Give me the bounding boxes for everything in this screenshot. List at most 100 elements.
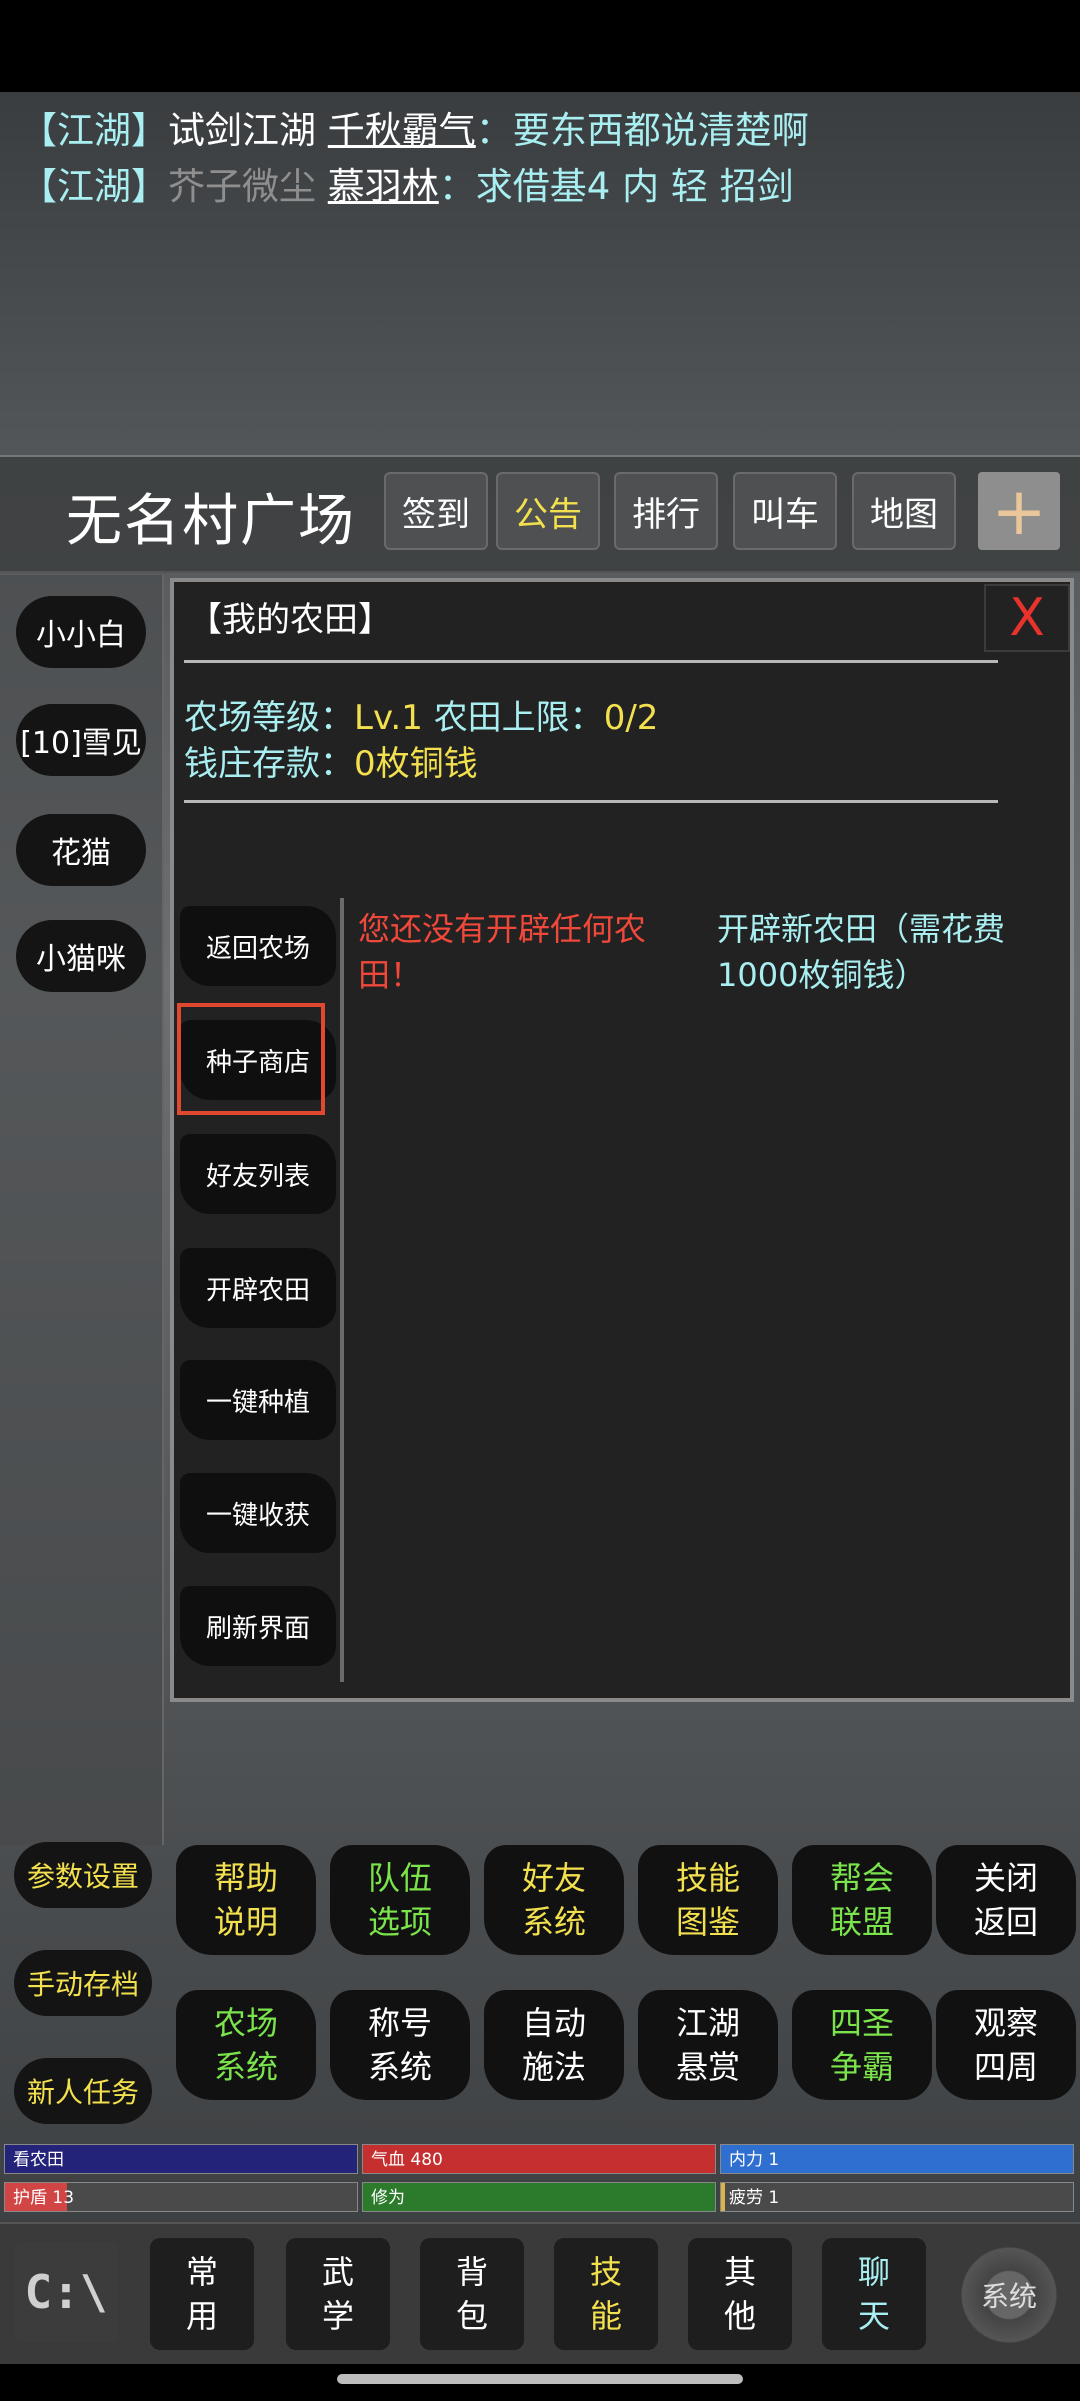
console-icon[interactable]: C:\: [14, 2242, 118, 2342]
npc-item[interactable]: [10]雪见: [16, 704, 146, 776]
skill-codex-button[interactable]: 技能 图鉴: [638, 1845, 778, 1955]
farm-level-label: 农场等级：: [184, 698, 354, 738]
tab-bag[interactable]: 背包: [420, 2238, 524, 2350]
chat-line-2: 【江湖】芥子微尘 慕羽林：求借基4 内 轻 招剑: [20, 156, 794, 210]
tab-skills[interactable]: 技能: [554, 2238, 658, 2350]
label: 联盟: [829, 1903, 894, 1941]
plus-button[interactable]: +: [978, 472, 1060, 550]
gear-icon[interactable]: 系统: [954, 2240, 1064, 2350]
status-bar: 看农田: [4, 2144, 358, 2174]
chat-channel[interactable]: 【江湖】: [20, 165, 168, 208]
settings-button[interactable]: 参数设置: [14, 1842, 152, 1908]
label: 施法: [521, 2048, 586, 2086]
label: 聊: [857, 2253, 890, 2291]
map-button[interactable]: 地图: [852, 472, 956, 550]
ranking-button[interactable]: 排行: [614, 472, 718, 550]
label: 图鉴: [675, 1903, 740, 1941]
label: 帮会: [829, 1859, 894, 1897]
field-limit-value: 0/2: [603, 698, 659, 738]
label: 包: [455, 2297, 488, 2335]
label: 帮助: [213, 1859, 278, 1897]
plant-all-button[interactable]: 一键种植: [180, 1360, 336, 1440]
home-indicator[interactable]: [337, 2374, 743, 2384]
label: 学: [321, 2297, 354, 2335]
cultivation-bar: 修为: [362, 2182, 716, 2212]
mp-bar: 内力 1: [720, 2144, 1074, 2174]
shield-text: 护盾 13: [13, 2188, 75, 2208]
refresh-button[interactable]: 刷新界面: [180, 1586, 336, 1666]
tab-common[interactable]: 常用: [150, 2238, 254, 2350]
close-return-button[interactable]: 关闭 返回: [936, 1845, 1076, 1955]
open-new-field-link[interactable]: 开辟新农田（需花费1000枚铜钱）: [717, 906, 1057, 998]
look-around-button[interactable]: 观察 四周: [936, 1990, 1076, 2100]
chat-sender[interactable]: 试剑江湖: [168, 109, 316, 152]
checkin-button[interactable]: 签到: [384, 472, 488, 550]
label: 关闭: [973, 1859, 1038, 1897]
open-field-button[interactable]: 开辟农田: [180, 1248, 336, 1328]
shield-bar: 护盾 13: [4, 2182, 358, 2212]
guild-button[interactable]: 帮会 联盟: [792, 1845, 932, 1955]
manual-save-button[interactable]: 手动存档: [14, 1950, 152, 2016]
tab-chat[interactable]: 聊天: [822, 2238, 926, 2350]
chat-target-link[interactable]: 千秋霸气: [328, 109, 476, 152]
label: 江湖: [675, 2004, 740, 2042]
cultivation-text: 修为: [371, 2188, 405, 2208]
label: 其: [723, 2253, 756, 2291]
divider: [184, 660, 998, 663]
call-vehicle-button[interactable]: 叫车: [733, 472, 837, 550]
four-saints-button[interactable]: 四圣 争霸: [792, 1990, 932, 2100]
title-system-button[interactable]: 称号 系统: [330, 1990, 470, 2100]
tab-martial[interactable]: 武学: [286, 2238, 390, 2350]
farm-system-button[interactable]: 农场 系统: [176, 1990, 316, 2100]
label: 用: [185, 2297, 218, 2335]
bounty-button[interactable]: 江湖 悬赏: [638, 1990, 778, 2100]
label: 观察: [973, 2004, 1038, 2042]
label: 自动: [521, 2004, 586, 2042]
label: 系统: [213, 2048, 278, 2086]
label: 四圣: [829, 2004, 894, 2042]
return-farm-button[interactable]: 返回农场: [180, 906, 336, 986]
label: 系统: [367, 2048, 432, 2086]
close-button[interactable]: X: [984, 584, 1070, 652]
deposit-label: 钱庄存款：: [184, 744, 354, 784]
label: 技: [589, 2253, 622, 2291]
npc-item[interactable]: 小猫咪: [16, 920, 146, 992]
chat-message: ：要东西都说清楚啊: [475, 109, 809, 152]
label: 好友: [521, 1859, 586, 1897]
label: 背: [455, 2253, 488, 2291]
hp-bar: 气血 480: [362, 2144, 716, 2174]
chat-sender[interactable]: 芥子微尘: [168, 165, 316, 208]
menu-separator: [340, 898, 344, 1682]
label: 争霸: [829, 2048, 894, 2086]
label: 能: [589, 2297, 622, 2335]
npc-item[interactable]: 花猫: [16, 814, 146, 886]
harvest-all-button[interactable]: 一键收获: [180, 1473, 336, 1553]
notice-button[interactable]: 公告: [496, 472, 600, 550]
no-field-message: 您还没有开辟任何农田！: [358, 910, 647, 994]
label: 说明: [213, 1903, 278, 1941]
chat-channel[interactable]: 【江湖】: [20, 109, 168, 152]
chat-target-link[interactable]: 慕羽林: [328, 165, 439, 208]
npc-item[interactable]: 小小白: [16, 596, 146, 668]
deposit-value: 0枚铜钱: [354, 744, 478, 784]
chat-message: ：求借基4 内 轻 招剑: [438, 165, 794, 208]
selection-highlight: [177, 1003, 325, 1115]
help-button[interactable]: 帮助 说明: [176, 1845, 316, 1955]
location-title: 无名村广场: [66, 489, 356, 554]
friends-system-button[interactable]: 好友 系统: [484, 1845, 624, 1955]
label: 四周: [973, 2048, 1038, 2086]
label: 技能: [675, 1859, 740, 1897]
tab-other[interactable]: 其他: [688, 2238, 792, 2350]
status-text: 看农田: [13, 2150, 64, 2170]
chat-line-1: 【江湖】试剑江湖 千秋霸气：要东西都说清楚啊: [20, 100, 809, 154]
team-button[interactable]: 队伍 选项: [330, 1845, 470, 1955]
label: 他: [723, 2297, 756, 2335]
newbie-task-button[interactable]: 新人任务: [14, 2058, 152, 2124]
label: 常: [185, 2253, 218, 2291]
fatigue-bar: 疲劳 1: [720, 2182, 1074, 2212]
friend-list-button[interactable]: 好友列表: [180, 1134, 336, 1214]
auto-cast-button[interactable]: 自动 施法: [484, 1990, 624, 2100]
divider: [184, 800, 998, 803]
label: 称号: [367, 2004, 432, 2042]
label: 队伍: [367, 1859, 432, 1897]
